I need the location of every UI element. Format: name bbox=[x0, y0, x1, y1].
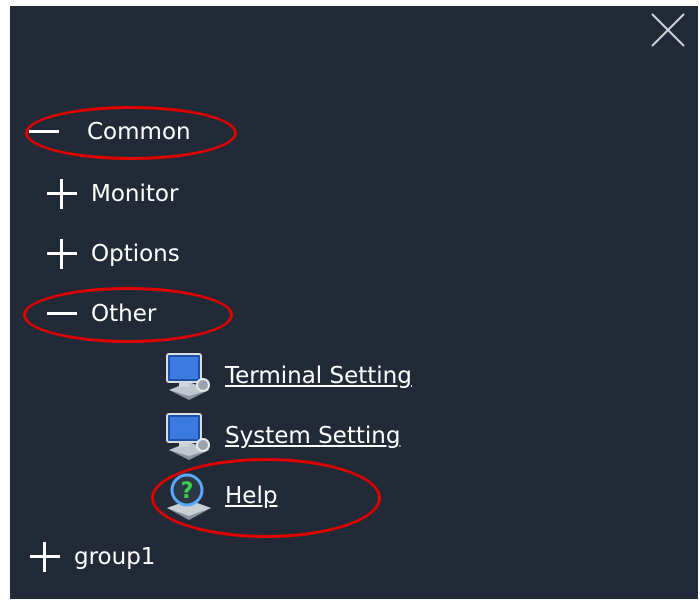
plus-icon[interactable] bbox=[45, 237, 79, 271]
tree-node-label: Options bbox=[91, 241, 180, 267]
tree-node-label: Common bbox=[87, 119, 191, 145]
tree-leaf-label[interactable]: Terminal Setting bbox=[225, 363, 412, 389]
tree-leaf-label[interactable]: Help bbox=[225, 483, 277, 509]
plus-icon[interactable] bbox=[45, 177, 79, 211]
tree-node-label: Other bbox=[91, 301, 157, 327]
tree-node-other[interactable]: Other bbox=[45, 297, 156, 331]
help-icon: ? bbox=[167, 473, 211, 520]
minus-icon[interactable] bbox=[45, 297, 79, 331]
close-icon[interactable] bbox=[650, 12, 686, 48]
svg-text:?: ? bbox=[181, 479, 194, 504]
tree-leaf-system-setting[interactable]: System Setting bbox=[163, 410, 400, 462]
tree-node-group1[interactable]: group1 bbox=[28, 540, 155, 574]
tree-node-options[interactable]: Options bbox=[45, 237, 180, 271]
monitor-settings-icon bbox=[166, 413, 210, 460]
tree-leaf-help[interactable]: ? Help bbox=[163, 470, 277, 522]
tree-node-label: group1 bbox=[74, 544, 156, 570]
monitor-settings-icon bbox=[166, 353, 210, 400]
tree-leaf-label[interactable]: System Setting bbox=[225, 423, 400, 449]
plus-icon[interactable] bbox=[28, 540, 62, 574]
tree-leaf-terminal-setting[interactable]: Terminal Setting bbox=[163, 350, 412, 402]
tree-node-label: Monitor bbox=[91, 181, 179, 207]
minus-icon[interactable] bbox=[27, 115, 61, 149]
tree-node-monitor[interactable]: Monitor bbox=[45, 177, 178, 211]
tree-node-common[interactable]: Common bbox=[27, 115, 191, 149]
